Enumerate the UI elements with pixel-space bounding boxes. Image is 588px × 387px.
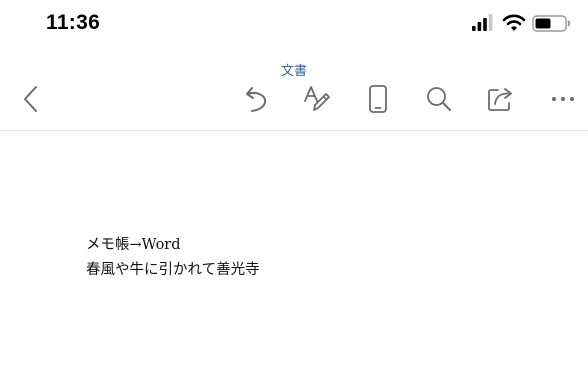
toolbar: 文書 <box>0 48 588 130</box>
more-icon[interactable] <box>546 82 580 116</box>
document-canvas[interactable]: メモ帳→Word 春風や牛に引かれて善光寺 <box>0 131 588 387</box>
document-line-2[interactable]: 春風や牛に引かれて善光寺 <box>86 258 260 279</box>
status-time: 11:36 <box>46 11 101 34</box>
text-format-icon[interactable] <box>300 82 334 116</box>
cellular-signal-icon <box>472 14 493 31</box>
back-chevron-icon[interactable] <box>14 82 48 116</box>
mobile-view-icon[interactable] <box>361 82 395 116</box>
share-icon[interactable] <box>484 82 518 116</box>
status-bar: 11:36 <box>0 0 588 48</box>
document-title: 文書 <box>280 64 307 79</box>
search-icon[interactable] <box>422 82 456 116</box>
undo-icon[interactable] <box>240 82 274 116</box>
battery-icon <box>532 15 571 32</box>
document-line-1[interactable]: メモ帳→Word <box>86 233 181 254</box>
wifi-icon <box>502 14 526 31</box>
